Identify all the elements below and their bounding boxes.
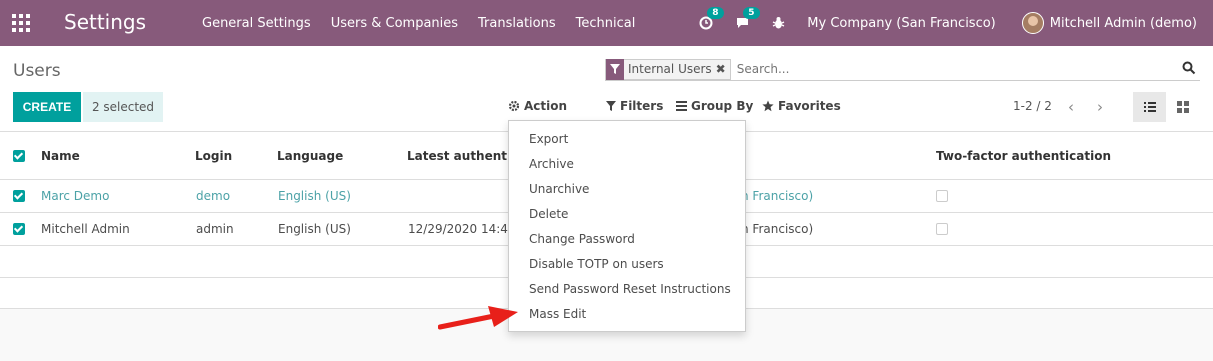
filter-icon: [606, 58, 624, 80]
filters-label: Filters: [620, 99, 664, 113]
user-login-cell[interactable]: admin: [196, 222, 234, 236]
search-icon[interactable]: [1182, 61, 1196, 75]
menu-item-export[interactable]: Export: [529, 132, 568, 146]
menu-item-archive[interactable]: Archive: [529, 157, 574, 171]
user-latest-auth-cell: 12/29/2020 14:4: [408, 222, 508, 236]
activity-button[interactable]: 8: [699, 7, 724, 30]
systray: 8 5 My Company (San Francisco) Mitchell …: [699, 0, 1213, 46]
apps-menu-icon[interactable]: [12, 14, 30, 32]
star-icon: [762, 100, 774, 112]
user-login-cell[interactable]: demo: [196, 189, 230, 203]
menu-item-mass-edit[interactable]: Mass Edit: [529, 307, 586, 321]
menu-item-delete[interactable]: Delete: [529, 207, 568, 221]
column-header-name[interactable]: Name: [41, 149, 80, 163]
company-switcher[interactable]: My Company (San Francisco): [807, 16, 995, 31]
column-header-two-factor[interactable]: Two-factor authentication: [936, 149, 1111, 163]
menu-item-change-password[interactable]: Change Password: [529, 232, 635, 246]
filters-button[interactable]: Filters: [606, 99, 663, 113]
bug-icon: [772, 17, 785, 29]
messages-button[interactable]: 5: [735, 7, 760, 30]
user-language-cell[interactable]: English (US): [278, 222, 351, 236]
favorites-label: Favorites: [778, 99, 841, 113]
row-checkbox[interactable]: [13, 223, 25, 235]
search-bar: Internal Users ✖: [605, 58, 1200, 81]
user-company-cell[interactable]: n Francisco): [741, 189, 813, 203]
grid-icon: [1176, 101, 1189, 113]
list-icon: [1143, 102, 1156, 112]
kanban-view-button[interactable]: [1166, 92, 1199, 122]
select-all-checkbox[interactable]: [13, 150, 25, 162]
main-menu: General Settings Users & Companies Trans…: [192, 0, 645, 46]
create-button[interactable]: CREATE: [13, 92, 81, 122]
app-title: Settings: [64, 10, 147, 34]
list-view-button[interactable]: [1133, 92, 1166, 122]
user-language-cell[interactable]: English (US): [278, 189, 351, 203]
top-navbar: Settings General Settings Users & Compan…: [0, 0, 1213, 46]
menu-general-settings[interactable]: General Settings: [192, 16, 321, 31]
filter-facet: Internal Users ✖: [605, 58, 731, 80]
row-checkbox[interactable]: [13, 190, 25, 202]
facet-close-icon[interactable]: ✖: [716, 62, 730, 76]
debug-button[interactable]: [772, 16, 785, 30]
action-label: Action: [524, 99, 568, 113]
two-factor-checkbox: [936, 223, 948, 235]
menu-users-companies[interactable]: Users & Companies: [321, 16, 468, 31]
bars-icon: [676, 101, 687, 111]
menu-item-unarchive[interactable]: Unarchive: [529, 182, 589, 196]
groupby-button[interactable]: Group By: [676, 99, 753, 113]
messages-badge: 5: [743, 7, 760, 19]
red-arrow-icon: [438, 306, 518, 330]
breadcrumb: Users: [13, 61, 61, 81]
pager-next-icon[interactable]: ›: [1097, 98, 1103, 116]
action-button[interactable]: Action: [508, 99, 567, 113]
column-header-login[interactable]: Login: [195, 149, 232, 163]
menu-item-send-password-reset[interactable]: Send Password Reset Instructions: [529, 282, 731, 296]
search-input[interactable]: [736, 62, 1200, 76]
avatar: [1021, 12, 1044, 34]
facet-label: Internal Users: [628, 62, 712, 76]
column-header-language[interactable]: Language: [277, 149, 343, 163]
activity-badge: 8: [707, 7, 724, 19]
action-dropdown-menu: Export Archive Unarchive Delete Change P…: [508, 120, 746, 332]
pager-previous-icon[interactable]: ‹: [1068, 98, 1074, 116]
user-name: Mitchell Admin (demo): [1049, 15, 1197, 31]
selection-counter: 2 selected: [83, 92, 163, 122]
menu-translations[interactable]: Translations: [468, 16, 566, 31]
funnel-icon: [606, 101, 616, 111]
gear-icon: [508, 100, 520, 112]
user-name-cell[interactable]: Mitchell Admin: [41, 222, 130, 236]
groupby-label: Group By: [691, 99, 754, 113]
user-company-cell[interactable]: n Francisco): [741, 222, 813, 236]
menu-technical[interactable]: Technical: [566, 16, 646, 31]
favorites-button[interactable]: Favorites: [762, 99, 841, 113]
pager-value[interactable]: 1-2 / 2: [1013, 99, 1052, 113]
two-factor-checkbox: [936, 190, 948, 202]
user-name-cell[interactable]: Marc Demo: [41, 189, 109, 203]
user-menu[interactable]: Mitchell Admin (demo): [1021, 12, 1197, 34]
menu-item-disable-totp[interactable]: Disable TOTP on users: [529, 257, 664, 271]
